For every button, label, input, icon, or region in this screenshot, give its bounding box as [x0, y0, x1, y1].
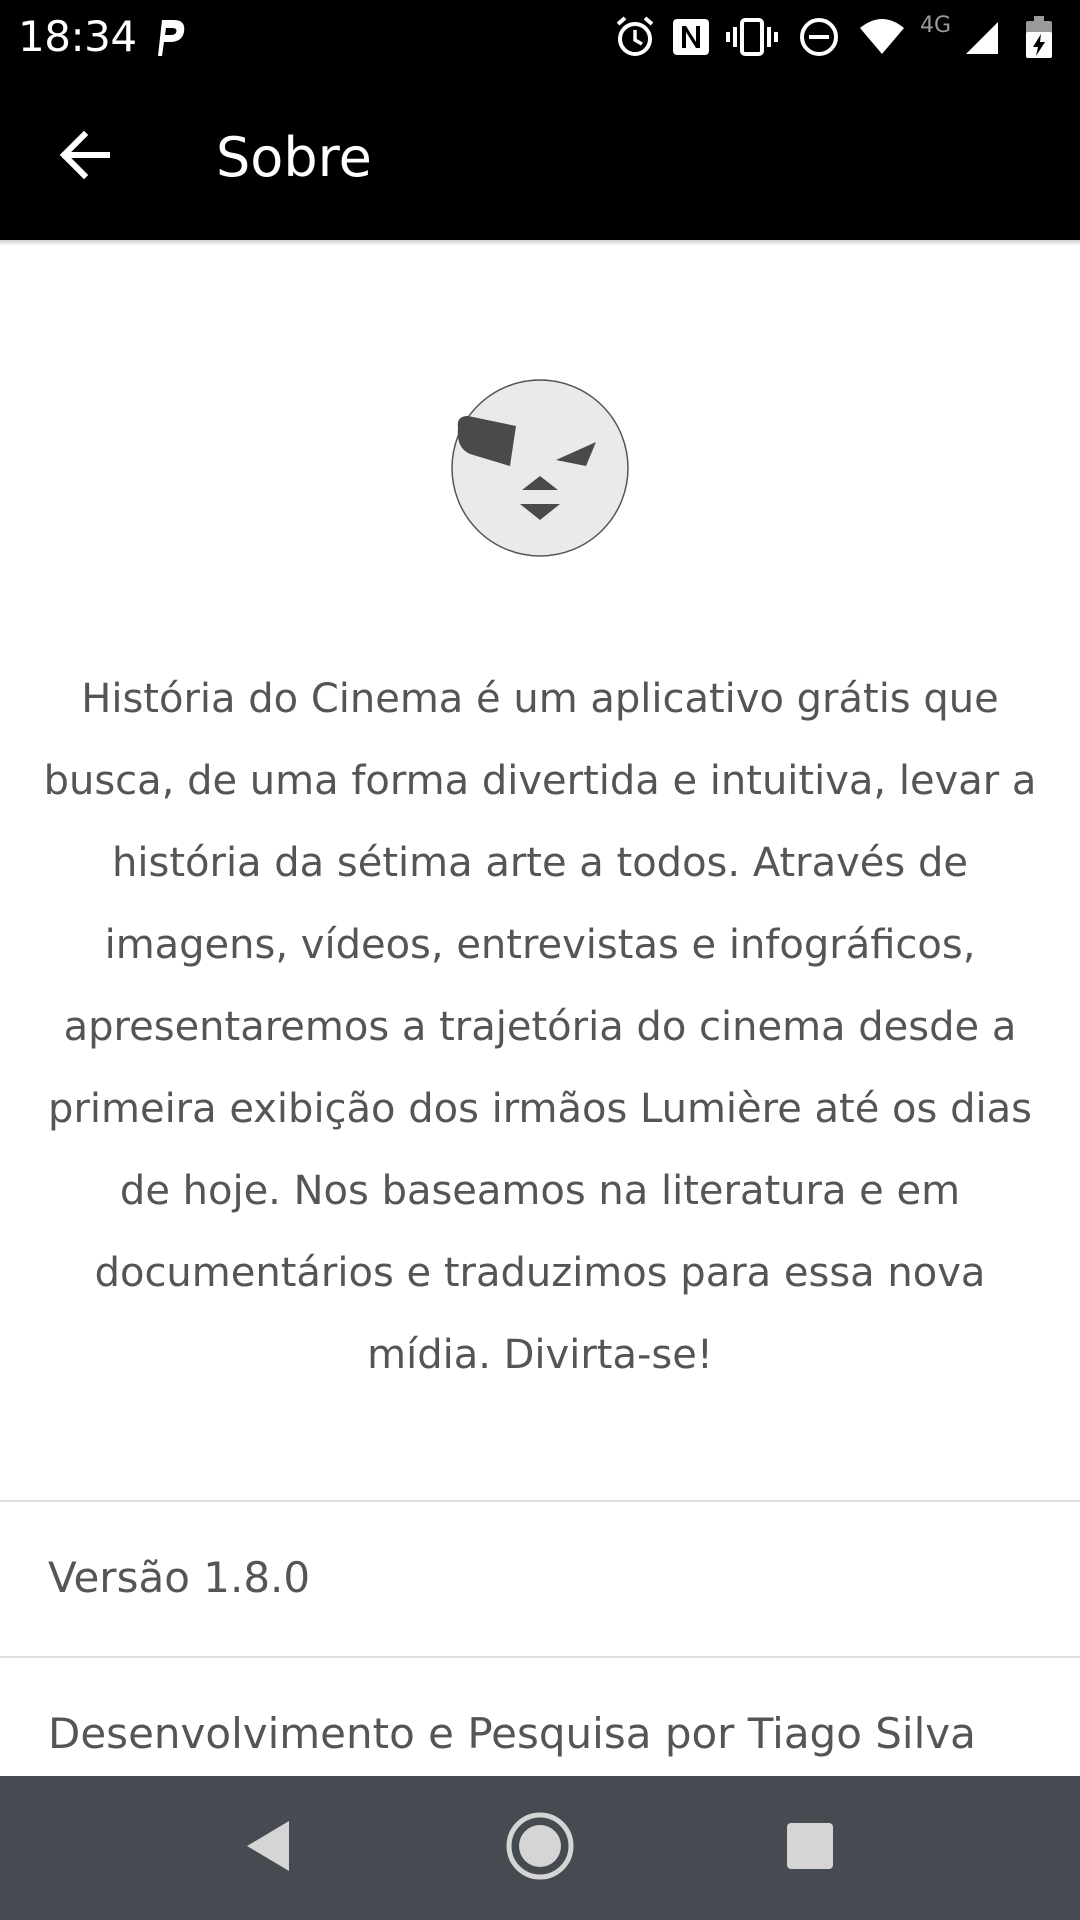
about-description: História do Cinema é um aplicativo gráti… [43, 676, 1037, 1378]
app-bar-shadow [0, 240, 1080, 246]
divider [0, 1656, 1080, 1658]
status-bar: 18:34 4G [0, 0, 1080, 74]
nav-back-button[interactable] [228, 1808, 308, 1888]
nav-recents-icon [785, 1821, 835, 1875]
nav-recents-button[interactable] [770, 1808, 850, 1888]
nav-home-icon [505, 1811, 575, 1885]
status-time: 18:34 [18, 12, 137, 61]
network-type-label: 4G [920, 13, 952, 38]
parking-icon [152, 14, 188, 60]
nav-home-button[interactable] [500, 1808, 580, 1888]
system-navigation-bar [0, 1776, 1080, 1920]
back-button[interactable] [40, 112, 130, 202]
winking-face-logo-icon [451, 379, 629, 557]
app-bar: Sobre [0, 74, 1080, 240]
vibrate-icon [726, 14, 778, 60]
page-title: Sobre [216, 126, 372, 189]
arrow-back-icon [57, 127, 113, 187]
app-logo [450, 378, 630, 558]
battery-charging-icon [1024, 14, 1054, 60]
wifi-icon [858, 14, 906, 60]
signal-icon [962, 14, 1002, 60]
nfc-icon [670, 14, 712, 60]
do-not-disturb-icon [798, 14, 840, 60]
divider [0, 1500, 1080, 1502]
credits-text: Desenvolvimento e Pesquisa por Tiago Sil… [48, 1709, 976, 1758]
version-text: Versão 1.8.0 [48, 1553, 311, 1602]
about-screen: 18:34 4G Sobre História do Cinema é um a… [0, 0, 1080, 1920]
nav-back-icon [243, 1819, 293, 1877]
alarm-icon [614, 14, 656, 60]
